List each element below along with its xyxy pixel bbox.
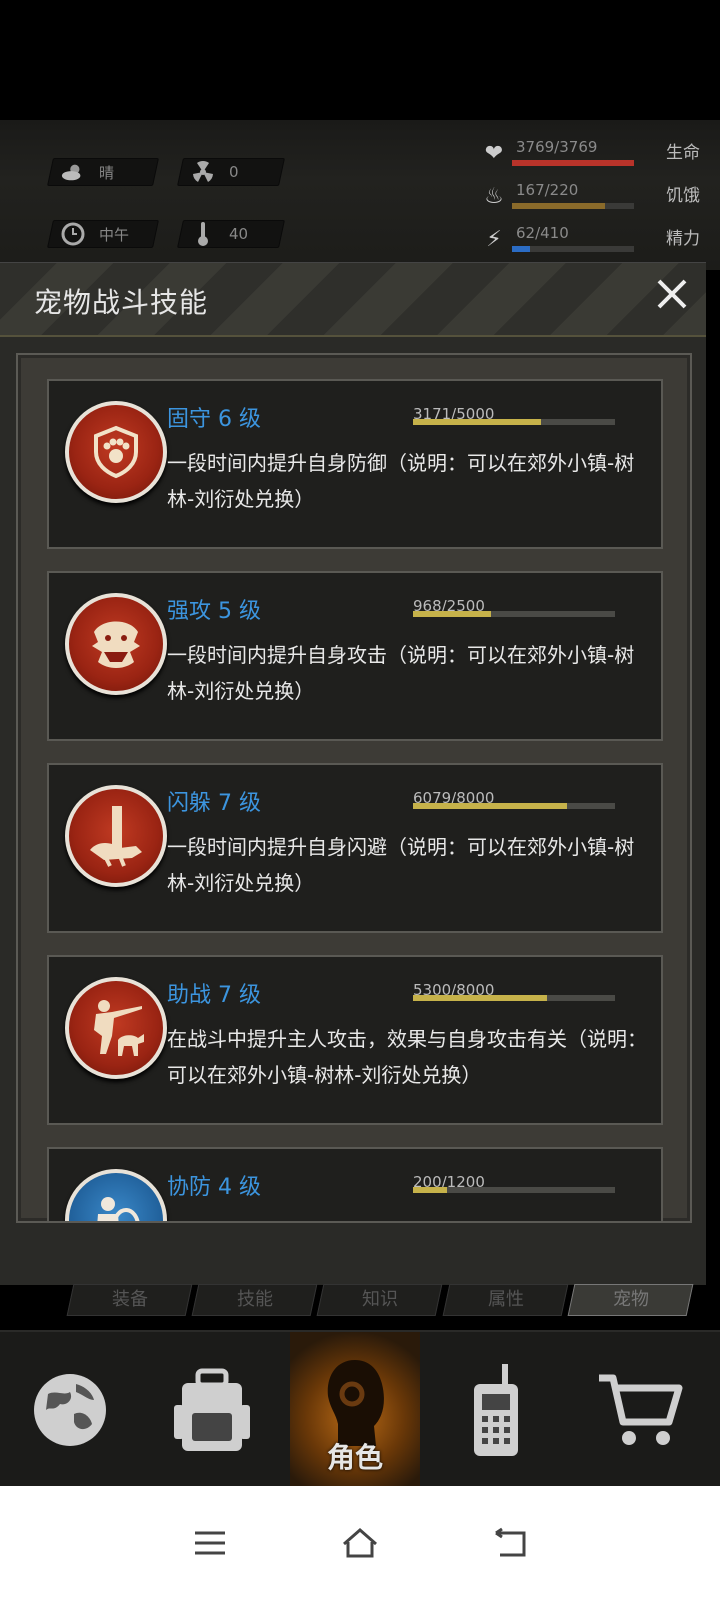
menu-icon: [195, 1531, 225, 1555]
radiation-icon: [191, 160, 215, 184]
close-button[interactable]: [652, 277, 692, 317]
hunter-dog-icon: [65, 977, 167, 1079]
time-label: 中午: [99, 225, 130, 244]
tab-knowledge[interactable]: 知识: [317, 1284, 444, 1316]
radiation-stat: 0: [177, 158, 285, 186]
bottom-nav: 角色: [0, 1330, 720, 1488]
cart-icon: [599, 1374, 683, 1445]
skill-description: 一段时间内提升自身攻击（说明：可以在郊外小镇-树林-刘衍处兑换）: [167, 643, 635, 703]
skill-card-dodge[interactable]: 闪躲 7 级 6079/8000 一段时间内提升自身闪避（说明：可以在郊外小镇-…: [47, 763, 663, 933]
cloud-sun-icon: [61, 160, 85, 184]
hunger-value: 167/220: [516, 181, 579, 199]
nav-character-button[interactable]: 角色: [290, 1332, 420, 1488]
tab-equipment[interactable]: 装备: [66, 1284, 193, 1316]
skill-progress-track: [413, 995, 615, 1001]
skill-card-assist[interactable]: 助战 7 级 5300/8000 在战斗中提升主人攻击，效果与自身攻击有关（说明…: [47, 955, 663, 1125]
tab-pet[interactable]: 宠物: [567, 1284, 694, 1316]
energy-fill: [512, 246, 531, 252]
lightning-icon: ⚡: [486, 227, 502, 252]
temperature-value: 40: [229, 225, 249, 243]
character-tabs: 装备 技能 知识 属性 宠物: [66, 1284, 694, 1316]
hunger-bar: ♨ 167/220 饥饿: [478, 181, 700, 215]
tab-label: 知识: [362, 1289, 398, 1310]
weather-stat: 晴: [47, 158, 159, 186]
health-label: 生命: [666, 143, 700, 163]
hunger-fill: [512, 203, 605, 209]
globe-icon: [34, 1374, 106, 1446]
skill-card-attack[interactable]: 强攻 5 级 968/2500 一段时间内提升自身攻击（说明：可以在郊外小镇-树…: [47, 571, 663, 741]
skill-progress-fill: [413, 611, 492, 617]
energy-bar: ⚡ 62/410 精力: [478, 224, 700, 258]
back-button[interactable]: [485, 1518, 535, 1568]
time-stat: 中午: [47, 220, 159, 248]
skill-progress-track: [413, 419, 615, 425]
beast-head-icon: [65, 593, 167, 695]
heart-icon: ❤: [484, 141, 504, 166]
tab-label: 装备: [111, 1289, 148, 1310]
dodging-dog-icon: [65, 785, 167, 887]
skill-progress-fill: [413, 1187, 447, 1193]
dialog-header: 宠物战斗技能: [0, 263, 706, 337]
thermometer-icon: [191, 222, 215, 246]
skill-name: 强攻 5 级: [167, 599, 261, 624]
tab-label: 技能: [236, 1289, 273, 1310]
nav-radio-button[interactable]: [436, 1332, 556, 1488]
backpack-icon: [174, 1368, 250, 1451]
health-value: 3769/3769: [516, 138, 598, 156]
radio-icon: [474, 1364, 518, 1456]
skill-description: 在战斗中提升主人攻击，效果与自身攻击有关（说明：可以在郊外小镇-树林-刘衍处兑换…: [167, 1027, 647, 1087]
skill-progress-track: [413, 803, 615, 809]
nav-shop-button[interactable]: [580, 1332, 700, 1488]
stomach-icon: ♨: [484, 184, 504, 209]
hunger-label: 饥饿: [666, 186, 700, 206]
energy-label: 精力: [666, 229, 700, 249]
pet-skills-dialog: 宠物战斗技能 固守 6 级 3171/5000 一段时间内提升自身防御（说明：可…: [0, 262, 706, 1285]
menu-button[interactable]: [185, 1518, 235, 1568]
back-icon: [495, 1527, 526, 1557]
skill-progress-fill: [413, 803, 567, 809]
skill-name: 助战 7 级: [167, 983, 261, 1008]
system-nav-bar: [0, 1486, 720, 1600]
status-bar: 晴 0 中午 40 ❤ 3769/3769 生命 ♨ 167/220 饥饿 ⚡ …: [0, 120, 720, 370]
temperature-stat: 40: [177, 220, 285, 248]
skill-list[interactable]: 固守 6 级 3171/5000 一段时间内提升自身防御（说明：可以在郊外小镇-…: [16, 353, 692, 1223]
energy-value: 62/410: [516, 224, 569, 242]
nav-backpack-button[interactable]: [152, 1332, 272, 1488]
skill-progress-track: [413, 611, 615, 617]
skill-progress-fill: [413, 419, 542, 425]
shield-guard-icon: [65, 1169, 167, 1221]
weather-label: 晴: [99, 163, 115, 182]
skill-name: 协防 4 级: [167, 1175, 261, 1200]
skill-card-guard[interactable]: 协防 4 级 200/1200: [47, 1147, 663, 1221]
tab-skills[interactable]: 技能: [191, 1284, 318, 1316]
radiation-value: 0: [229, 163, 239, 181]
tab-label: 宠物: [612, 1289, 649, 1310]
clock-icon: [61, 222, 85, 246]
skill-description: 一段时间内提升自身防御（说明：可以在郊外小镇-树林-刘衍处兑换）: [167, 451, 635, 511]
health-bar: ❤ 3769/3769 生命: [478, 138, 700, 172]
skill-progress-track: [413, 1187, 615, 1193]
close-icon: [657, 279, 687, 309]
health-fill: [512, 160, 634, 166]
tab-attributes[interactable]: 属性: [442, 1284, 569, 1316]
home-button[interactable]: [335, 1518, 385, 1568]
dialog-title: 宠物战斗技能: [34, 286, 209, 319]
skill-name: 固守 6 级: [167, 407, 261, 432]
paw-shield-icon: [65, 401, 167, 503]
home-icon: [343, 1528, 377, 1558]
skill-description: 一段时间内提升自身闪避（说明：可以在郊外小镇-树林-刘衍处兑换）: [167, 835, 635, 895]
skill-progress-fill: [413, 995, 547, 1001]
tab-label: 属性: [487, 1289, 524, 1310]
skill-name: 闪躲 7 级: [167, 791, 261, 816]
skill-card-defense[interactable]: 固守 6 级 3171/5000 一段时间内提升自身防御（说明：可以在郊外小镇-…: [47, 379, 663, 549]
nav-character-label: 角色: [326, 1441, 383, 1474]
nav-map-button[interactable]: [10, 1332, 130, 1488]
